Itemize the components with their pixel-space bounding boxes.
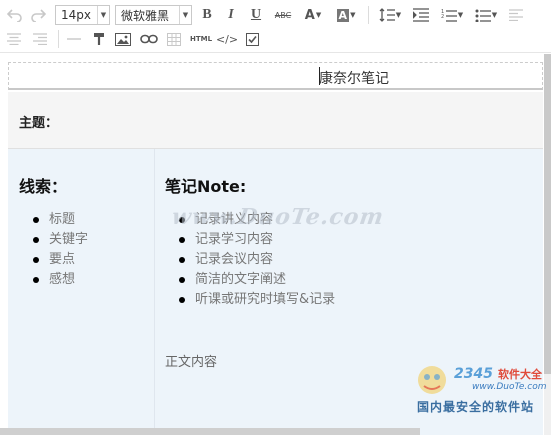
ordered-list-icon[interactable]: 1 2 ▼ (439, 6, 465, 24)
bullet-icon (179, 237, 185, 243)
note-editor[interactable]: 康奈尔笔记 主题： 线索： 标题 关键字 要点 感想 笔记Note: 记录讲义内… (8, 62, 544, 435)
redo-icon[interactable] (29, 6, 47, 24)
cue-heading: 线索： (19, 177, 68, 196)
background-color-icon[interactable]: A ▼ (333, 6, 359, 24)
line-height-icon[interactable]: ▼ (377, 6, 403, 24)
html-source-icon[interactable]: HTML (189, 30, 213, 48)
bullet-icon (33, 237, 39, 243)
checkbox-icon[interactable] (243, 30, 261, 48)
bullet-icon (179, 257, 185, 263)
topic-label: 主题： (19, 116, 59, 131)
align-left-icon[interactable] (507, 6, 525, 24)
italic-icon[interactable]: I (222, 6, 240, 24)
horizontal-scrollbar[interactable] (0, 428, 420, 435)
font-family-select[interactable]: 微软雅黑 ▼ (115, 5, 192, 25)
strikethrough-icon[interactable]: ABC (271, 6, 295, 24)
notes-column[interactable]: 笔记Note: 记录讲义内容 记录学习内容 记录会议内容 简洁的文字阐述 听课或… (155, 149, 543, 435)
font-size-select[interactable]: 14px ▼ (55, 5, 110, 25)
title-row[interactable]: 康奈尔笔记 (8, 62, 543, 90)
svg-text:2: 2 (441, 14, 444, 20)
topic-row[interactable]: 主题： (8, 92, 543, 149)
note-title[interactable]: 康奈尔笔记 (319, 68, 389, 88)
bullet-icon (33, 257, 39, 263)
bullet-icon (33, 277, 39, 283)
indent-icon[interactable] (411, 6, 431, 24)
editor-toolbar: 14px ▼ 微软雅黑 ▼ B I U ABC A ▼ A ▼ ▼ 1 2 ▼ ▼ (0, 0, 551, 53)
align-center-icon[interactable] (5, 30, 23, 48)
body-text[interactable]: 正文内容 (165, 351, 217, 370)
list-item[interactable]: 标题 (33, 210, 88, 230)
list-item[interactable]: 要点 (33, 250, 88, 270)
notes-heading: 笔记Note: (165, 177, 247, 196)
bullet-icon (33, 217, 39, 223)
underline-icon[interactable]: U (247, 6, 265, 24)
undo-icon[interactable] (6, 6, 24, 24)
font-size-value: 14px (61, 8, 91, 22)
toolbar-separator (368, 6, 369, 24)
list-item[interactable]: 简洁的文字阐述 (179, 270, 335, 290)
link-icon[interactable] (139, 30, 159, 48)
notes-list: 记录讲义内容 记录学习内容 记录会议内容 简洁的文字阐述 听课或研究时填写&记录 (179, 210, 335, 310)
format-painter-icon[interactable] (90, 30, 108, 48)
bullet-icon (179, 217, 185, 223)
bullet-icon (179, 297, 185, 303)
unordered-list-icon[interactable]: ▼ (473, 6, 499, 24)
font-family-value: 微软雅黑 (121, 8, 170, 23)
cue-list: 标题 关键字 要点 感想 (33, 210, 88, 290)
image-icon[interactable] (114, 30, 132, 48)
bullet-icon (179, 277, 185, 283)
table-icon[interactable] (165, 30, 183, 48)
cue-column[interactable]: 线索： 标题 关键字 要点 感想 (8, 149, 155, 435)
bold-icon[interactable]: B (198, 6, 216, 24)
list-item[interactable]: 记录会议内容 (179, 250, 335, 270)
list-item[interactable]: 记录讲义内容 (179, 210, 335, 230)
scrollbar-thumb[interactable] (544, 54, 551, 374)
code-icon[interactable]: </> (216, 30, 238, 48)
vertical-scrollbar[interactable] (544, 54, 551, 435)
horizontal-rule-icon[interactable] (65, 30, 83, 48)
chevron-down-icon: ▼ (179, 6, 191, 24)
align-right-icon[interactable] (31, 30, 49, 48)
list-item[interactable]: 听课或研究时填写&记录 (179, 290, 335, 310)
list-item[interactable]: 关键字 (33, 230, 88, 250)
list-item[interactable]: 感想 (33, 270, 88, 290)
font-color-icon[interactable]: A ▼ (301, 6, 325, 24)
toolbar-separator (58, 30, 59, 48)
list-item[interactable]: 记录学习内容 (179, 230, 335, 250)
chevron-down-icon: ▼ (97, 6, 109, 24)
